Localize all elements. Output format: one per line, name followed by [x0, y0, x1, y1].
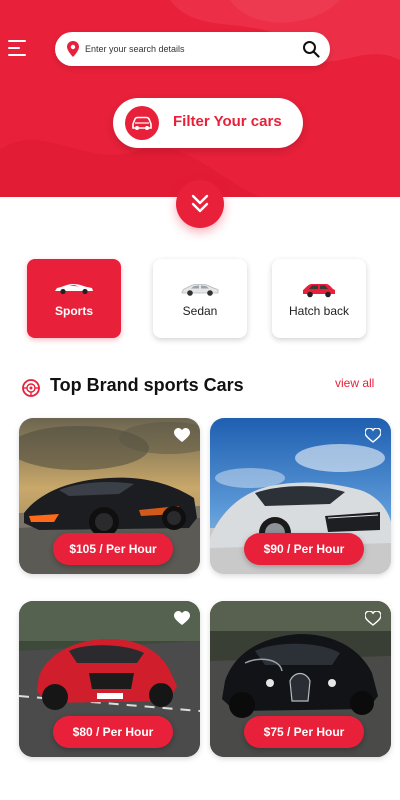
heart-icon[interactable] — [365, 428, 381, 443]
category-sedan[interactable]: Sedan — [153, 259, 247, 338]
price-badge: $80 / Per Hour — [53, 716, 173, 748]
price-badge: $90 / Per Hour — [244, 533, 364, 565]
sports-car-icon — [55, 284, 93, 295]
car-filter-icon — [125, 106, 159, 140]
category-hatchback[interactable]: Hatch back — [272, 259, 366, 338]
menu-icon — [8, 40, 26, 42]
expand-button[interactable] — [176, 180, 224, 228]
price-badge: $75 / Per Hour — [244, 716, 364, 748]
search-icon[interactable] — [302, 40, 320, 58]
search-bar — [55, 32, 330, 66]
heart-icon[interactable] — [174, 611, 190, 626]
menu-button[interactable] — [8, 38, 30, 58]
heart-icon[interactable] — [174, 428, 190, 443]
heart-icon[interactable] — [365, 611, 381, 626]
section-title: Top Brand sports Cars — [50, 375, 244, 395]
category-label: Sedan — [182, 304, 218, 318]
car-card[interactable]: $90 / Per Hour — [210, 418, 391, 574]
app-screen: Filter Your cars Sports Sedan — [0, 0, 400, 800]
car-card[interactable]: $80 / Per Hour — [19, 601, 200, 757]
category-sports[interactable]: Sports — [27, 259, 121, 338]
category-label: Sports — [54, 304, 93, 318]
search-input[interactable] — [85, 39, 295, 59]
menu-icon-line — [8, 54, 26, 56]
chevron-double-down-icon — [191, 194, 209, 213]
sedan-car-icon — [181, 284, 219, 296]
car-card[interactable]: $105 / Per Hour — [19, 418, 200, 574]
view-all-link[interactable]: view all — [335, 376, 374, 390]
filter-cars-button[interactable]: Filter Your cars — [113, 98, 303, 148]
car-card[interactable]: $75 / Per Hour — [210, 601, 391, 757]
header-banner: Filter Your cars — [0, 0, 400, 197]
price-badge: $105 / Per Hour — [53, 533, 173, 565]
category-label: Hatch back — [288, 304, 350, 318]
hatchback-car-icon — [303, 284, 335, 298]
location-pin-icon — [67, 41, 79, 57]
filter-cars-label: Filter Your cars — [173, 113, 282, 130]
menu-icon-line — [8, 47, 20, 49]
steering-wheel-icon — [22, 379, 40, 397]
